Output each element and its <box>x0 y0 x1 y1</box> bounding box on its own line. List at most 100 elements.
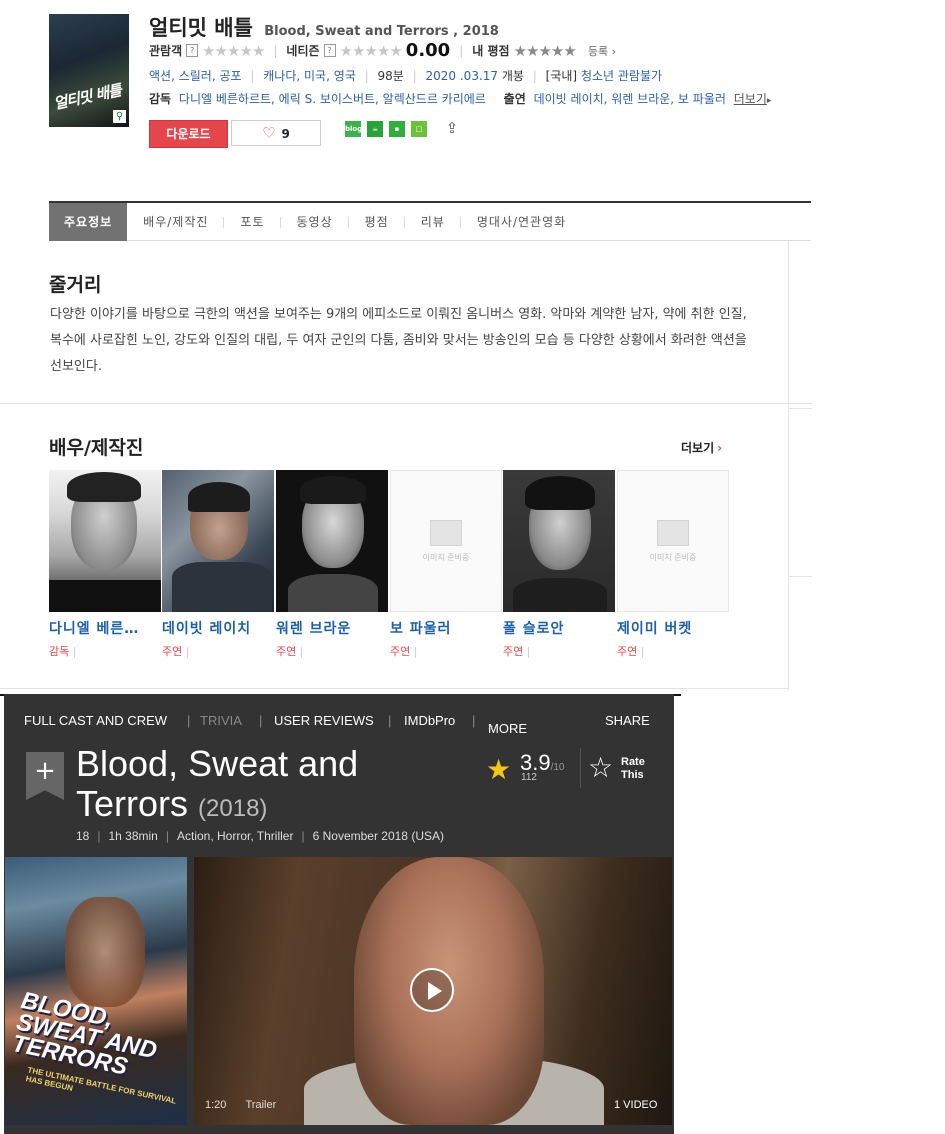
video-count-link[interactable]: 1 VIDEO <box>614 1099 657 1111</box>
video-label: Trailer <box>245 1099 277 1111</box>
memo-share-icon[interactable]: □ <box>411 121 427 137</box>
nav-full-cast[interactable]: FULL CAST AND CREW <box>24 713 167 728</box>
runtime: 1h 38min <box>108 829 158 843</box>
director-links[interactable]: 다니엘 베른하르트, 에릭 S. 보이스버트, 알렉산드르 카리에르 <box>179 92 486 106</box>
genre-links[interactable]: 액션, 스릴러, 공포 <box>149 69 242 83</box>
person-role: 감독 <box>49 643 161 659</box>
zoom-icon[interactable]: ⚲ <box>113 110 126 123</box>
age-rating-link[interactable]: 청소년 관람불가 <box>581 69 662 83</box>
vote-count[interactable]: 112 <box>521 772 537 783</box>
synopsis-title: 줄거리 <box>49 274 102 296</box>
cafe-share-icon[interactable]: ☕ <box>367 121 383 137</box>
release-date-link[interactable]: 2020 .03.17 <box>426 69 499 83</box>
person-name[interactable]: 워렌 브라운 <box>276 618 388 638</box>
cast-links[interactable]: 데이빗 레이치, 워렌 브라운, 보 파울러 <box>534 92 726 106</box>
rating-divider <box>580 748 581 788</box>
imdb-meta-row: 18 | 1h 38min | Action, Horror, Thriller | 6 N… <box>76 829 444 843</box>
movie-poster[interactable]: 얼티밋 배틀 ⚲ <box>49 14 129 127</box>
person-photo[interactable] <box>162 470 274 612</box>
director-label: 감독 <box>149 92 172 106</box>
cast-card[interactable]: 이미지 준비중 제이미 버켓 주연 <box>617 470 729 659</box>
person-photo[interactable] <box>49 470 161 612</box>
cast-more-link[interactable]: 더보기 › <box>681 439 722 456</box>
star-outline-icon[interactable]: ☆ <box>588 751 613 784</box>
person-name[interactable]: 폴 슬로안 <box>503 618 615 638</box>
photo-placeholder[interactable]: 이미지 준비중 <box>390 470 502 612</box>
person-name[interactable]: 보 파울러 <box>390 618 502 638</box>
imdb-year[interactable]: (2018) <box>198 795 267 822</box>
share-icon[interactable]: ⇪ <box>443 119 461 137</box>
certificate: 18 <box>76 829 90 843</box>
nav-share[interactable]: SHARE <box>605 713 650 728</box>
cast-card[interactable]: 워렌 브라운 주연 <box>276 470 388 659</box>
audience-stars: ★★★★★ <box>202 41 265 60</box>
genres[interactable]: Action, Horror, Thriller <box>177 829 293 843</box>
nav-trivia[interactable]: TRIVIA <box>200 713 242 728</box>
content-divider <box>788 241 789 690</box>
chevron-right-icon: ▸ <box>766 96 772 106</box>
cast-card[interactable]: 데이빗 레이치 주연 <box>162 470 274 659</box>
side-divider <box>789 576 812 577</box>
bookmark-share-icon[interactable]: ▪ <box>389 121 405 137</box>
chevron-right-icon: › <box>717 441 723 455</box>
rating-row: 관람객 ? ★★★★★ | 네티즌 ? ★★★★★ 0.00 | 내 평점 ★★… <box>149 40 616 61</box>
person-role: 주연 <box>162 643 274 659</box>
cast-section-title: 배우/제작진 <box>49 437 144 459</box>
rate-this-button[interactable]: Rate This <box>621 756 661 782</box>
like-count: 9 <box>281 127 290 141</box>
double-chevron-down-icon: » <box>488 721 494 731</box>
person-role: 주연 <box>276 643 388 659</box>
cast-label: 출연 <box>503 92 526 106</box>
release-suffix: 개봉 <box>501 69 524 83</box>
cast-card[interactable]: 다니엘 베른… 감독 <box>49 470 161 659</box>
star-icon: ★ <box>486 753 512 786</box>
play-icon[interactable] <box>410 968 454 1012</box>
tab-rating[interactable]: 평점 <box>349 203 405 241</box>
imdb-title: Blood, Sweat and Terrors (2018) <box>76 744 456 829</box>
like-button[interactable]: ♡ 9 <box>231 120 321 146</box>
help-icon[interactable]: ? <box>323 44 336 57</box>
tab-main-info[interactable]: 주요정보 <box>49 203 128 241</box>
cast-card[interactable]: 이미지 준비중 보 파울러 주연 <box>390 470 502 659</box>
person-role: 주연 <box>617 643 729 659</box>
person-name[interactable]: 데이빗 레이치 <box>162 618 274 638</box>
tab-quotes[interactable]: 명대사/연관영화 <box>461 203 582 241</box>
placeholder-label: 이미지 준비중 <box>649 552 697 562</box>
register-rating-link[interactable]: 등록 › <box>588 43 616 59</box>
netizen-score: 0.00 <box>405 40 451 61</box>
person-photo[interactable] <box>276 470 388 612</box>
imdb-subnav: FULL CAST AND CREW | TRIVIA | USER REVIE… <box>24 713 650 736</box>
divider: | <box>273 43 278 58</box>
photo-placeholder[interactable]: 이미지 준비중 <box>617 470 729 612</box>
tab-photo[interactable]: 포토 <box>224 203 281 241</box>
info-row: 액션, 스릴러, 공포 | 캐나다, 미국, 영국 | 98분 | 2020 .… <box>149 69 663 83</box>
runtime: 98분 <box>377 69 404 83</box>
country-links[interactable]: 캐나다, 미국, 영국 <box>263 69 356 83</box>
rating-prefix: [국내] <box>545 69 578 83</box>
my-rating-stars[interactable]: ★★★★★ <box>514 42 577 60</box>
nav-user-reviews[interactable]: USER REVIEWS <box>274 713 374 728</box>
tab-cast[interactable]: 배우/제작진 <box>127 203 225 241</box>
placeholder-label: 이미지 준비중 <box>422 552 470 562</box>
tab-bar: 주요정보 배우/제작진 포토 동영상 평점 리뷰 명대사/연관영화 <box>49 201 811 241</box>
blog-share-icon[interactable]: blog <box>345 121 362 137</box>
help-icon[interactable]: ? <box>186 44 199 57</box>
cast-card[interactable]: 폴 슬로안 주연 <box>503 470 615 659</box>
release-date[interactable]: 6 November 2018 (USA) <box>313 829 444 843</box>
person-name[interactable]: 제이미 버켓 <box>617 618 729 638</box>
section-divider <box>0 403 812 404</box>
download-button[interactable]: 다운로드 <box>149 120 228 148</box>
nav-imdbpro[interactable]: IMDbPro <box>404 713 455 728</box>
person-name[interactable]: 다니엘 베른… <box>49 618 161 638</box>
tab-review[interactable]: 리뷰 <box>405 203 461 241</box>
person-photo[interactable] <box>503 470 615 612</box>
credits-row: 감독 다니엘 베른하르트, 에릭 S. 보이스버트, 알렉산드르 카리에르 출연… <box>149 90 771 107</box>
section-divider <box>0 688 789 689</box>
imdb-poster[interactable]: BLOOD, SWEAT AND TERRORS THE ULTIMATE BA… <box>5 857 187 1125</box>
my-rating-label: 내 평점 <box>472 44 510 58</box>
netizen-label: 네티즌 <box>286 44 320 58</box>
synopsis-text: 다양한 이야기를 바탕으로 극한의 액션을 보여주는 9개의 에피소드로 이뤄진… <box>50 307 747 374</box>
more-credits-link[interactable]: 더보기 <box>734 92 767 106</box>
video-duration: 1:20 <box>205 1099 227 1111</box>
tab-video[interactable]: 동영상 <box>281 203 349 241</box>
